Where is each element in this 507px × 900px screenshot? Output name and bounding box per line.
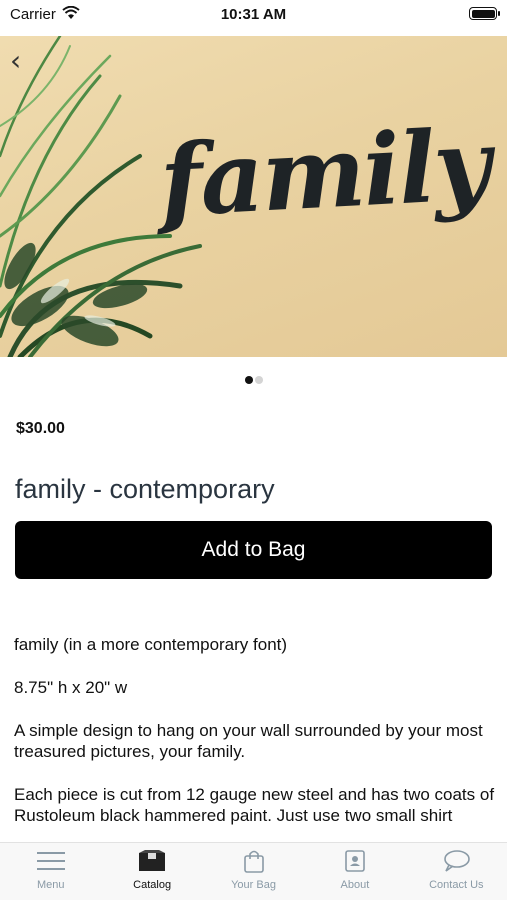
product-title: family - contemporary [15, 474, 275, 504]
product-price: $30.00 [16, 420, 65, 437]
hero-family-word: family [157, 107, 492, 240]
tab-label: About [340, 879, 370, 891]
tab-contact-us[interactable]: Contact Us [406, 843, 507, 900]
description-paragraph: A simple design to hang on your wall sur… [14, 721, 483, 761]
carousel-page-indicator[interactable] [0, 371, 507, 389]
product-description: family (in a more contemporary font) 8.7… [14, 634, 498, 848]
status-time: 10:31 AM [220, 6, 287, 23]
catalog-icon [139, 850, 166, 871]
description-paragraph: Each piece is cut from 12 gauge new stee… [14, 785, 495, 825]
tab-label: Menu [36, 879, 65, 891]
page-dot-1[interactable] [244, 376, 253, 384]
tab-label: Contact Us [429, 879, 484, 891]
tab-bar: Menu Catalog Your Bag About Contact Us [0, 842, 507, 900]
bag-icon [243, 850, 264, 873]
tab-your-bag[interactable]: Your Bag [203, 843, 304, 900]
tab-catalog[interactable]: Catalog [101, 843, 202, 900]
battery-icon [469, 7, 500, 20]
add-to-bag-button[interactable]: Add to Bag [15, 521, 492, 579]
chat-icon [444, 850, 471, 872]
description-paragraph: family (in a more contemporary font) [14, 635, 288, 654]
about-icon [345, 850, 365, 872]
menu-icon [36, 852, 65, 870]
tab-about[interactable]: About [304, 843, 405, 900]
status-bar: Carrier 10:31 AM [0, 0, 507, 30]
tab-label: Catalog [133, 879, 172, 891]
product-image-carousel[interactable]: ‹ family [0, 36, 507, 357]
description-paragraph: 8.75" h x 20" w [14, 678, 128, 697]
tab-menu[interactable]: Menu [0, 843, 101, 900]
chevron-left-icon[interactable]: ‹ [10, 44, 21, 77]
tab-label: Your Bag [231, 879, 276, 891]
page-dot-2[interactable] [254, 376, 263, 384]
